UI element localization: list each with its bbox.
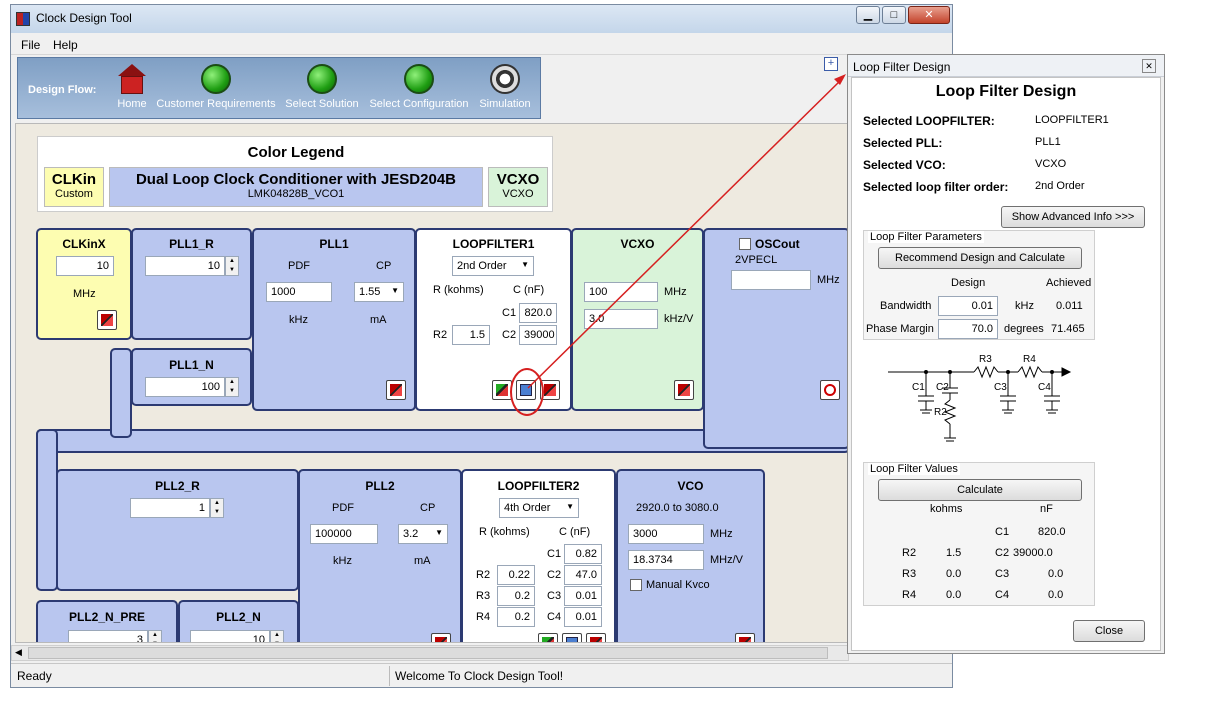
dialog-body: Loop Filter Design Selected LOOPFILTER: … [851, 77, 1161, 651]
val-r3-label: R3 [902, 568, 917, 580]
dialog-title-bar: Loop Filter Design ✕ [848, 55, 1164, 77]
phase-margin-unit: degrees [1004, 323, 1044, 335]
loop-filter-dialog: Loop Filter Design ✕ Loop Filter Design … [847, 54, 1165, 654]
sch-c4: C4 [1038, 382, 1051, 393]
phase-margin-input[interactable]: 70.0 [938, 319, 998, 339]
val-c2-label: C2 [995, 547, 1010, 559]
recommend-design-button[interactable]: Recommend Design and Calculate [878, 247, 1082, 269]
bandwidth-label: Bandwidth [880, 300, 932, 312]
val-r2: 1.5 [946, 547, 962, 559]
sel-order-value: 2nd Order [1035, 180, 1085, 192]
sch-c3: C3 [994, 382, 1007, 393]
val-r3: 0.0 [946, 568, 962, 580]
close-dialog-button[interactable]: Close [1073, 620, 1145, 642]
sch-c1: C1 [912, 382, 925, 393]
sch-r3: R3 [979, 354, 992, 365]
sch-r4: R4 [1023, 354, 1036, 365]
design-header: Design [951, 277, 986, 289]
show-advanced-info-button[interactable]: Show Advanced Info >>> [1001, 206, 1145, 228]
sel-order-label: Selected loop filter order: [863, 180, 1009, 194]
val-c3: 0.0 [1048, 568, 1064, 580]
val-r4-label: R4 [902, 589, 917, 601]
loop-filter-parameters-group: Loop Filter Parameters Recommend Design … [863, 230, 1095, 340]
val-c3-label: C3 [995, 568, 1010, 580]
val-c4-label: C4 [995, 589, 1010, 601]
dialog-heading: Loop Filter Design [935, 83, 1077, 100]
val-c2: 39000.0 [1013, 547, 1053, 559]
loop-filter-values-group: Loop Filter Values Calculate kohms nF C1… [863, 462, 1095, 606]
values-title: Loop Filter Values [868, 463, 960, 475]
loop-filter-schematic: R3 R4 C1 C2 C3 C4 R2 [888, 354, 1072, 442]
bandwidth-achieved: 0.011 [1056, 300, 1083, 312]
dialog-close-icon[interactable]: ✕ [1142, 59, 1156, 73]
sel-vco-value: VCXO [1035, 158, 1067, 170]
nf-header: nF [1040, 503, 1053, 515]
phase-margin-achieved: 71.465 [1051, 323, 1085, 335]
achieved-header: Achieved [1046, 277, 1092, 289]
val-r4: 0.0 [946, 589, 962, 601]
val-c1: 820.0 [1038, 526, 1066, 538]
bandwidth-input[interactable]: 0.01 [938, 296, 998, 316]
sel-vco-label: Selected VCO: [863, 158, 946, 172]
calculate-button[interactable]: Calculate [878, 479, 1082, 501]
sch-r2: R2 [934, 407, 947, 418]
sel-lf-label: Selected LOOPFILTER: [863, 114, 995, 128]
val-c4: 0.0 [1048, 589, 1064, 601]
sch-c2: C2 [936, 382, 949, 393]
val-c1-label: C1 [995, 526, 1010, 538]
sel-lf-value: LOOPFILTER1 [1035, 114, 1109, 126]
kohms-header: kohms [930, 503, 963, 515]
sel-pll-label: Selected PLL: [863, 136, 943, 150]
dialog-title: Loop Filter Design [853, 60, 951, 74]
phase-margin-label: Phase Margin [866, 323, 934, 335]
bandwidth-unit: kHz [1015, 300, 1034, 312]
sel-pll-value: PLL1 [1035, 136, 1061, 148]
val-r2-label: R2 [902, 547, 917, 559]
params-title: Loop Filter Parameters [868, 231, 984, 243]
